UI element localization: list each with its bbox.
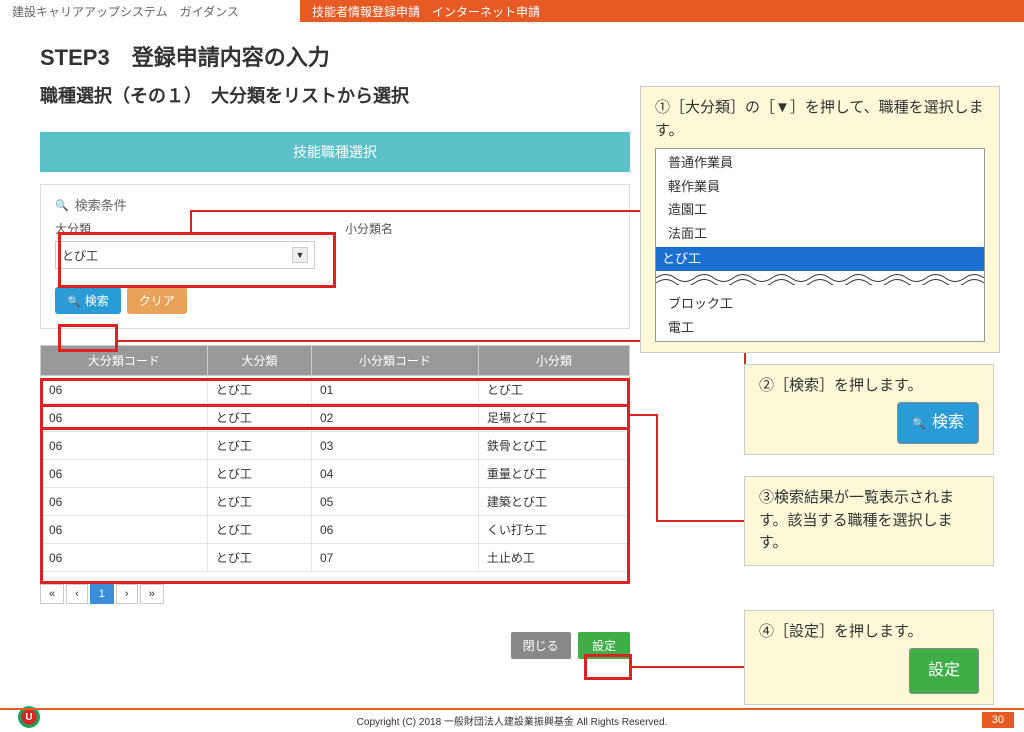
table-row[interactable]: 06とび工04重量とび工 [41,460,630,488]
dropdown-item[interactable]: 造園工 [662,198,978,222]
table-cell: 重量とび工 [478,460,629,488]
dropdown-item[interactable]: ブロック工 [662,292,978,316]
top-bar: 建設キャリアアップシステム ガイダンス 技能者情報登録申請 インターネット申請 [0,0,1024,22]
table-cell: 07 [311,544,478,572]
table-row[interactable]: 06とび工02足場とび工 [41,404,630,432]
page-number: 30 [982,712,1014,728]
callout-1-text: ①［大分類］の［▼］を押して、職種を選択します。 [655,97,985,142]
table-row[interactable]: 06とび工05建築とび工 [41,488,630,516]
table-cell: 06 [41,488,208,516]
search-icon [67,294,81,308]
step-title: STEP3 登録申請内容の入力 [40,40,984,72]
connector-line [630,414,656,416]
th-major-code: 大分類コード [41,346,208,376]
table-cell: 02 [311,404,478,432]
table-row[interactable]: 06とび工07土止め工 [41,544,630,572]
dropdown-item[interactable]: 電工 [662,316,978,340]
dropdown-item-selected[interactable]: とび工 [656,247,984,271]
table-cell: 土止め工 [478,544,629,572]
table-cell: とび工 [207,460,311,488]
copyright: Copyright (C) 2018 一般財団法人建設業振興基金 All Rig… [357,717,668,728]
callout-3: ③検索結果が一覧表示されます。該当する職種を選択します。 [744,476,994,566]
callout-4-text: ④［設定］を押します。 [759,621,979,644]
set-button[interactable]: 設定 [578,632,630,659]
select-value: とび工 [62,247,98,264]
table-cell: とび工 [207,544,311,572]
callout-search-button[interactable]: 検索 [897,402,979,444]
dropdown-item[interactable]: 軽作業員 [662,175,978,199]
callout-3-text: ③検索結果が一覧表示されます。該当する職種を選択します。 [759,487,979,555]
th-major: 大分類 [207,346,311,376]
modal-header: 技能職種選択 [40,132,630,172]
table-cell: 06 [41,516,208,544]
chevron-down-icon[interactable]: ▼ [292,247,308,263]
table-cell: とび工 [207,488,311,516]
close-button[interactable]: 閉じる [511,632,571,659]
table-cell: 建築とび工 [478,488,629,516]
table-cell: とび工 [207,432,311,460]
search-cond-label: 検索条件 [75,195,127,214]
pagination: « ‹ 1 › » [40,584,630,604]
page-prev[interactable]: ‹ [66,584,88,604]
table-cell: 鉄骨とび工 [478,432,629,460]
connector-line [632,666,744,668]
callout-2: ②［検索］を押します。 検索 [744,364,994,455]
page-last[interactable]: » [140,584,164,604]
table-cell: とび工 [207,516,311,544]
table-cell: 06 [41,432,208,460]
table-cell: 04 [311,460,478,488]
dropdown-item[interactable]: 普通作業員 [662,151,978,175]
table-cell: とび工 [207,376,311,404]
callout-2-text: ②［検索］を押します。 [759,375,979,398]
callout-4: ④［設定］を押します。 設定 [744,610,994,705]
table-row[interactable]: 06とび工03鉄骨とび工 [41,432,630,460]
table-cell: 06 [41,404,208,432]
table-cell: とび工 [478,376,629,404]
field-minor-label: 小分類名 [345,220,615,237]
footer: Copyright (C) 2018 一般財団法人建設業振興基金 All Rig… [0,708,1024,728]
connector-line [656,414,658,522]
search-panel: 検索条件 大分類 とび工 ▼ 小分類名 検索 クリア [40,184,630,329]
connector-line [190,210,192,234]
table-header-row: 大分類コード 大分類 小分類コード 小分類 [41,346,630,376]
wavy-cut-icon [656,271,984,285]
page-next[interactable]: › [116,584,138,604]
table-row[interactable]: 06とび工01とび工 [41,376,630,404]
topbar-left: 建設キャリアアップシステム ガイダンス [0,0,300,22]
table-cell: 06 [41,544,208,572]
results-table: 大分類コード 大分類 小分類コード 小分類 06とび工01とび工06とび工02足… [40,345,630,572]
topbar-right: 技能者情報登録申請 インターネット申請 [300,0,1024,22]
search-icon [912,411,926,435]
major-category-select[interactable]: とび工 ▼ [55,241,315,269]
table-cell: 01 [311,376,478,404]
connector-line [656,520,744,522]
table-cell: くい打ち工 [478,516,629,544]
callout-set-button[interactable]: 設定 [909,648,979,694]
connector-line [190,210,640,212]
page-1[interactable]: 1 [90,584,114,604]
dropdown-item[interactable]: 法面工 [662,222,978,246]
clear-button[interactable]: クリア [127,287,187,314]
table-cell: 06 [41,460,208,488]
table-cell: とび工 [207,404,311,432]
search-button[interactable]: 検索 [55,287,121,314]
th-minor: 小分類 [478,346,629,376]
dropdown-preview: 普通作業員軽作業員造園工法面工 とび工 ブロック工電工 [655,148,985,342]
th-minor-code: 小分類コード [311,346,478,376]
table-cell: 06 [41,376,208,404]
callout-1: ①［大分類］の［▼］を押して、職種を選択します。 普通作業員軽作業員造園工法面工… [640,86,1000,353]
table-row[interactable]: 06とび工06くい打ち工 [41,516,630,544]
table-cell: 06 [311,516,478,544]
search-icon [55,197,69,212]
table-cell: 03 [311,432,478,460]
page-first[interactable]: « [40,584,64,604]
table-cell: 足場とび工 [478,404,629,432]
table-cell: 05 [311,488,478,516]
